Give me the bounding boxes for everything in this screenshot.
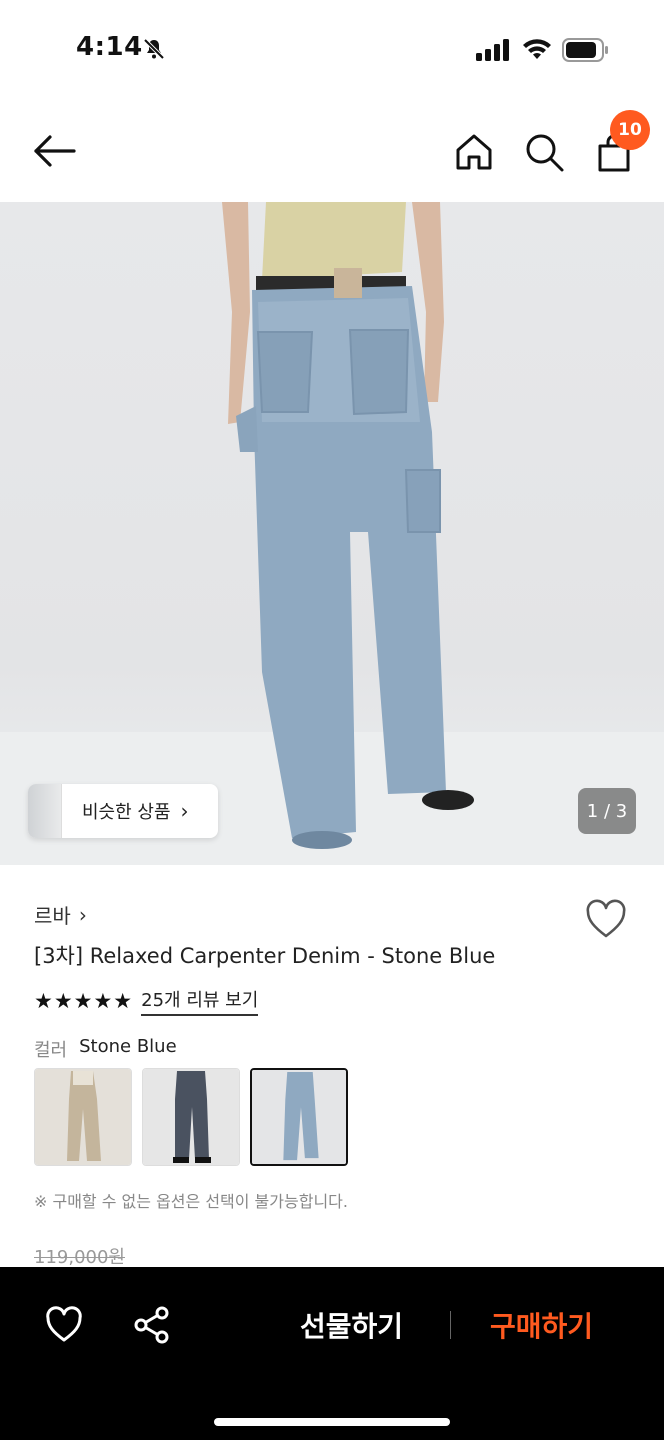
similar-products-button[interactable]: 비슷한 상품 › xyxy=(28,784,218,838)
header xyxy=(0,100,664,202)
swatch-stone-blue-image xyxy=(252,1070,346,1164)
bell-off-icon xyxy=(143,38,165,60)
similar-products-label: 비슷한 상품 xyxy=(82,802,171,823)
brand-name: 르바 xyxy=(34,904,71,928)
status-time: 4:14 xyxy=(76,32,143,62)
product-image[interactable] xyxy=(0,202,664,865)
color-row: 컬러 Stone Blue xyxy=(34,1036,177,1062)
original-price: 119,000원 xyxy=(34,1247,125,1268)
battery-icon xyxy=(562,38,608,62)
chevron-right-icon: › xyxy=(78,902,87,927)
image-counter: 1 / 3 xyxy=(578,788,636,834)
home-indicator xyxy=(214,1418,450,1426)
chevron-right-icon: › xyxy=(180,799,189,823)
rating-stars: ★★★★★ xyxy=(34,989,134,1013)
rating-row: ★★★★★ 25개 리뷰 보기 xyxy=(34,986,259,1016)
status-bar: 4:14 xyxy=(0,0,664,100)
color-swatches xyxy=(34,1068,358,1166)
swatch-stone-blue[interactable] xyxy=(250,1068,348,1166)
swatch-charcoal[interactable] xyxy=(142,1068,240,1166)
swatch-beige[interactable] xyxy=(34,1068,132,1166)
review-link[interactable]: 25개 리뷰 보기 xyxy=(141,986,259,1016)
swatch-beige-image xyxy=(35,1069,131,1165)
option-notice: ※ 구매할 수 없는 옵션은 선택이 불가능합니다. xyxy=(34,1192,348,1211)
share-icon[interactable] xyxy=(132,1305,172,1345)
swatch-charcoal-image xyxy=(143,1069,239,1165)
home-icon[interactable] xyxy=(452,130,496,174)
signal-icon xyxy=(476,39,509,61)
buy-button[interactable]: 구매하기 xyxy=(490,1305,593,1345)
divider xyxy=(450,1311,451,1339)
color-value: Stone Blue xyxy=(79,1036,177,1057)
wishlist-heart-icon[interactable] xyxy=(44,1305,84,1345)
similar-thumbnail xyxy=(28,784,62,838)
bottom-action-bar: 선물하기 구매하기 xyxy=(0,1267,664,1440)
wifi-icon xyxy=(523,39,551,59)
product-photo xyxy=(0,202,664,865)
color-label: 컬러 xyxy=(34,1040,68,1061)
heart-icon[interactable] xyxy=(584,898,628,942)
gift-button[interactable]: 선물하기 xyxy=(300,1305,403,1345)
product-title: [3차] Relaxed Carpenter Denim - Stone Blu… xyxy=(34,944,496,968)
brand-link[interactable]: 르바 › xyxy=(34,900,87,929)
back-arrow-icon[interactable] xyxy=(30,130,78,172)
cart-count-badge: 10 xyxy=(610,110,650,150)
search-icon[interactable] xyxy=(522,130,566,174)
